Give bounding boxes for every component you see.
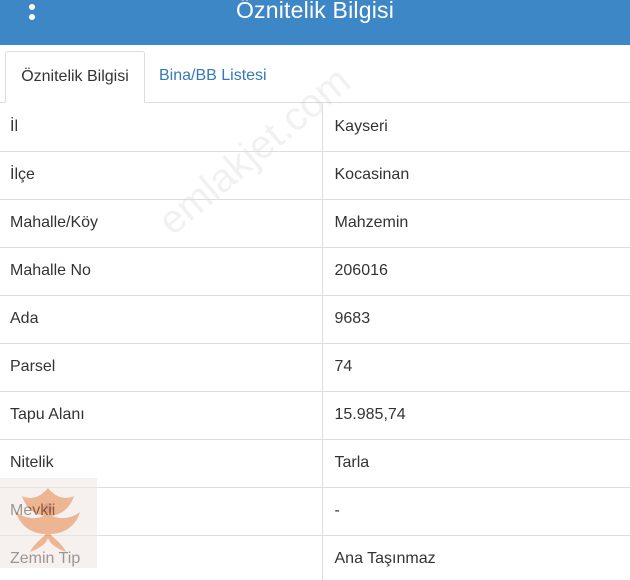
attribute-value: Mahzemin — [322, 199, 630, 248]
attribute-value: 74 — [322, 343, 630, 392]
attribute-value: Kocasinan — [322, 151, 630, 200]
table-row: Mahalle No 206016 — [0, 247, 630, 296]
attribute-key: Mahalle No — [0, 247, 323, 296]
page-title: Öznitelik Bilgisi — [235, 0, 395, 23]
table-row: Ada 9683 — [0, 295, 630, 344]
table-row: Mahalle/Köy Mahzemin — [0, 199, 630, 248]
table-row: Tapu Alanı 15.985,74 — [0, 391, 630, 440]
attribute-key: Parsel — [0, 343, 323, 392]
table-row: Parsel 74 — [0, 343, 630, 392]
attribute-value: Ana Taşınmaz — [322, 535, 630, 580]
attribute-value: Kayseri — [322, 103, 630, 152]
phoenix-logo-icon — [0, 478, 97, 568]
attribute-key: Mahalle/Köy — [0, 199, 323, 248]
tab-building-list[interactable]: Bina/BB Listesi — [159, 51, 267, 103]
attribute-key: İl — [0, 103, 323, 152]
table-row: İlçe Kocasinan — [0, 151, 630, 200]
table-row: İl Kayseri — [0, 103, 630, 152]
attribute-key: İlçe — [0, 151, 323, 200]
tab-attribute-info[interactable]: Öznitelik Bilgisi — [5, 51, 145, 103]
header-bar: Öznitelik Bilgisi — [0, 0, 630, 45]
attribute-value: Tarla — [322, 439, 630, 488]
attribute-value: 9683 — [322, 295, 630, 344]
attribute-value: 206016 — [322, 247, 630, 296]
attribute-key: Tapu Alanı — [0, 391, 323, 440]
attribute-value: - — [322, 487, 630, 536]
tab-bar: Öznitelik Bilgisi Bina/BB Listesi — [0, 45, 630, 103]
attribute-key: Ada — [0, 295, 323, 344]
attribute-value: 15.985,74 — [322, 391, 630, 440]
attribute-info-page: Öznitelik Bilgisi Öznitelik Bilgisi Bina… — [0, 0, 630, 580]
